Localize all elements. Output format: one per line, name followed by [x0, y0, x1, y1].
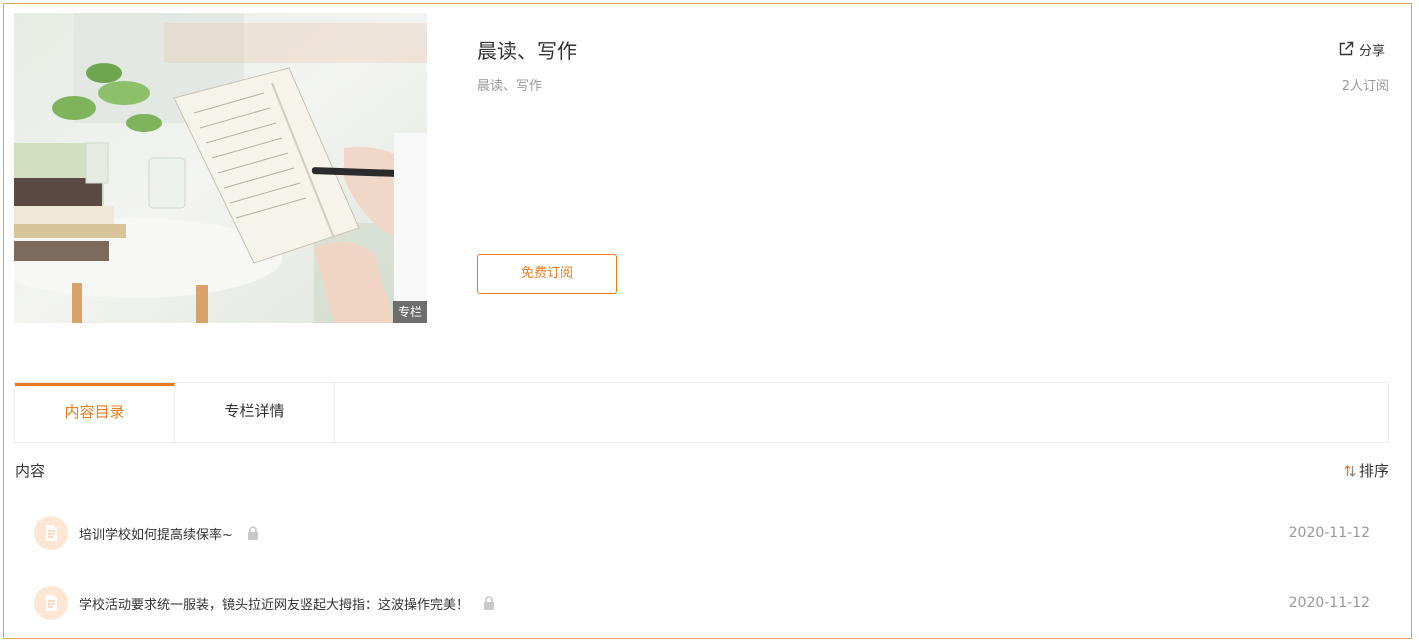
tab-column-details[interactable]: 专栏详情 [175, 383, 335, 442]
list-item[interactable]: 培训学校如何提高续保率~ 2020-11-12 [34, 515, 1370, 551]
lock-icon [484, 596, 495, 610]
cover-illustration [14, 13, 427, 323]
share-icon [1339, 41, 1354, 56]
free-subscribe-button[interactable]: 免费订阅 [477, 254, 617, 294]
content-section-label: 内容 [15, 462, 46, 480]
item-title: 学校活动要求统一服装，镜头拉近网友竖起大拇指：这波操作完美！ [79, 597, 470, 613]
column-title: 晨读、写作 [477, 39, 577, 63]
sort-icon [1344, 465, 1356, 477]
tab-content-catalog[interactable]: 内容目录 [15, 383, 175, 442]
column-badge: 专栏 [393, 301, 427, 323]
share-label: 分享 [1359, 43, 1386, 59]
item-title: 培训学校如何提高续保率~ [79, 527, 233, 543]
column-cover-image: 专栏 [14, 13, 427, 323]
item-date: 2020-11-12 [1288, 525, 1370, 541]
lock-icon [247, 526, 258, 540]
sort-button[interactable]: 排序 [1344, 460, 1389, 482]
document-icon [34, 586, 68, 620]
sort-label: 排序 [1358, 462, 1389, 480]
document-icon [34, 516, 68, 550]
subscriber-count: 2人订阅 [1341, 79, 1389, 94]
column-subtitle: 晨读、写作 [477, 79, 543, 94]
list-item[interactable]: 学校活动要求统一服装，镜头拉近网友竖起大拇指：这波操作完美！ 2020-11-1… [34, 585, 1370, 621]
item-date: 2020-11-12 [1288, 595, 1370, 611]
share-button[interactable]: 分享 [1338, 40, 1386, 59]
column-tabs: 内容目录 专栏详情 [14, 382, 1389, 443]
